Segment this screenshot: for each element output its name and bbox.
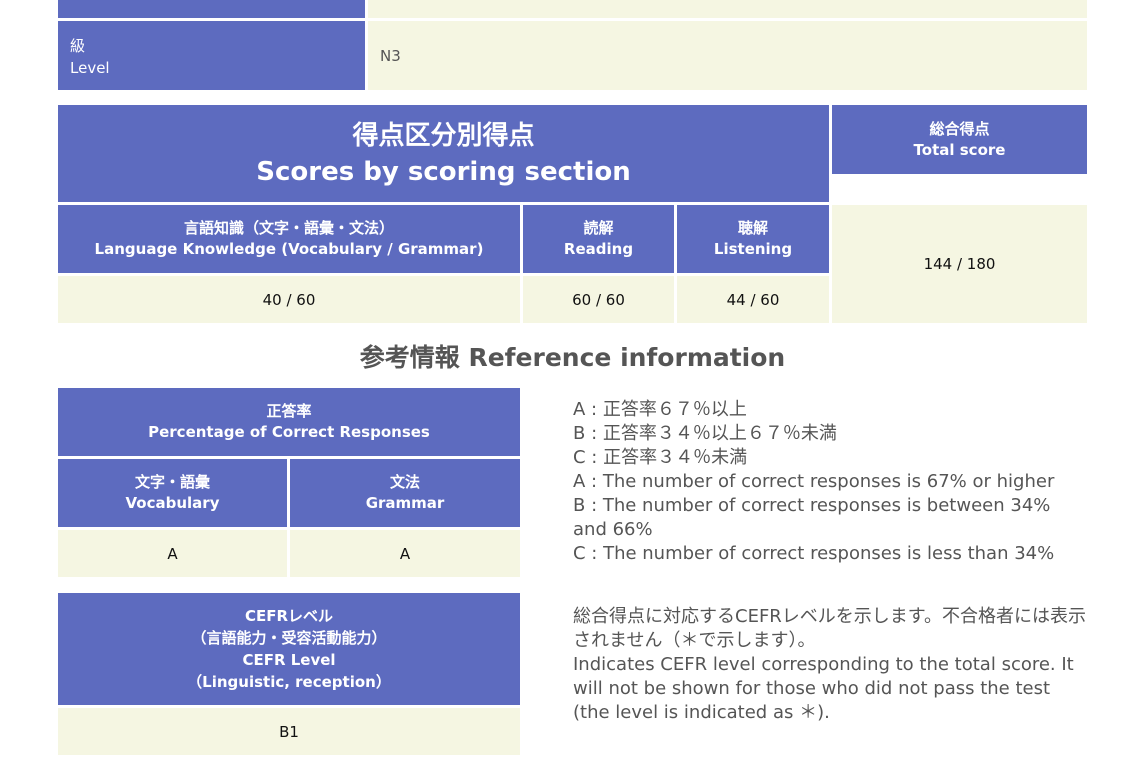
cefr-value: B1: [279, 722, 299, 741]
note-c-ja: C : 正答率３４％未満: [573, 447, 748, 468]
grammar-label-ja: 文法: [389, 473, 420, 491]
reference-title: 参考情報 Reference information: [359, 343, 786, 372]
top-row-value-cell: [368, 0, 1087, 18]
vocabulary-header: 文字・語彙 Vocabulary: [58, 459, 287, 527]
cefr-title-line2: （言語能力・受容活動能力）: [191, 629, 387, 647]
listening-label-ja: 聴解: [737, 219, 768, 237]
grammar-header: 文法 Grammar: [290, 459, 520, 527]
cefr-note-ja: 総合得点に対応するCEFRレベルを示します。不合格者には表示されません（＊で示し…: [573, 606, 1086, 651]
level-label-ja: 級: [70, 37, 86, 55]
cefr-notes: 総合得点に対応するCEFRレベルを示します。不合格者には表示されません（＊で示し…: [573, 605, 1088, 725]
total-score-title-en: Total score: [913, 140, 1006, 159]
correct-responses-notes: A : 正答率６７％以上 B : 正答率３４％以上６７％未満 C : 正答率３４…: [573, 398, 1083, 566]
correct-responses-title-ja: 正答率: [266, 402, 312, 420]
note-b-en: B : The number of correct responses is b…: [573, 495, 1051, 540]
level-value: N3: [380, 47, 401, 65]
listening-score-cell: 44 / 60: [677, 276, 829, 323]
note-b-ja: B : 正答率３４％以上６７％未満: [573, 423, 837, 444]
reading-label-en: Reading: [563, 240, 634, 258]
cefr-note-en: Indicates CEFR level corresponding to th…: [573, 654, 1074, 723]
language-knowledge-label-en: Language Knowledge (Vocabulary / Grammar…: [94, 240, 484, 258]
reading-header: 読解 Reading: [523, 205, 674, 273]
level-label-cell: 級 Level: [58, 21, 365, 90]
language-knowledge-label-ja: 言語知識（文字・語彙・文法）: [183, 219, 394, 237]
vocabulary-grade-cell: A: [58, 530, 287, 577]
level-value-cell: N3: [368, 21, 1087, 90]
top-row-label-cell: [58, 0, 365, 18]
note-a-en: A : The number of correct responses is 6…: [573, 471, 1055, 492]
grammar-grade-cell: A: [290, 530, 520, 577]
listening-label-en: Listening: [713, 240, 793, 258]
language-knowledge-score: 40 / 60: [262, 290, 316, 309]
language-knowledge-header: 言語知識（文字・語彙・文法） Language Knowledge (Vocab…: [58, 205, 520, 273]
total-score-value: 144 / 180: [923, 255, 996, 273]
vocabulary-label-en: Vocabulary: [125, 494, 220, 512]
total-score-cell: 144 / 180: [832, 205, 1087, 323]
vocabulary-label-ja: 文字・語彙: [134, 473, 210, 491]
vocabulary-grade: A: [167, 544, 178, 563]
scores-section-title-en: Scores by scoring section: [256, 156, 631, 187]
correct-responses-title-en: Percentage of Correct Responses: [148, 423, 430, 441]
total-score-header: 総合得点 Total score: [832, 105, 1087, 174]
reading-score: 60 / 60: [572, 290, 625, 309]
grammar-label-en: Grammar: [365, 494, 445, 512]
total-score-title-ja: 総合得点: [929, 119, 990, 138]
cefr-title-line4: （Linguistic, reception）: [187, 673, 391, 691]
correct-responses-header: 正答率 Percentage of Correct Responses: [58, 388, 520, 456]
cefr-title-line3: CEFR Level: [242, 651, 336, 669]
cefr-title-line1: CEFRレベル: [244, 607, 334, 625]
reading-label-ja: 読解: [583, 219, 614, 237]
reading-score-cell: 60 / 60: [523, 276, 674, 323]
cefr-value-cell: B1: [58, 708, 520, 755]
level-label-en: Level: [70, 59, 110, 77]
listening-score: 44 / 60: [726, 290, 780, 309]
cefr-header: CEFRレベル （言語能力・受容活動能力） CEFR Level （Lingui…: [58, 593, 520, 705]
language-knowledge-score-cell: 40 / 60: [58, 276, 520, 323]
scores-section-header: 得点区分別得点 Scores by scoring section: [58, 105, 829, 202]
scores-section-title-ja: 得点区分別得点: [352, 120, 535, 151]
note-a-ja: A : 正答率６７％以上: [573, 399, 747, 420]
note-c-en: C : The number of correct responses is l…: [573, 543, 1055, 564]
listening-header: 聴解 Listening: [677, 205, 829, 273]
grammar-grade: A: [399, 544, 411, 563]
